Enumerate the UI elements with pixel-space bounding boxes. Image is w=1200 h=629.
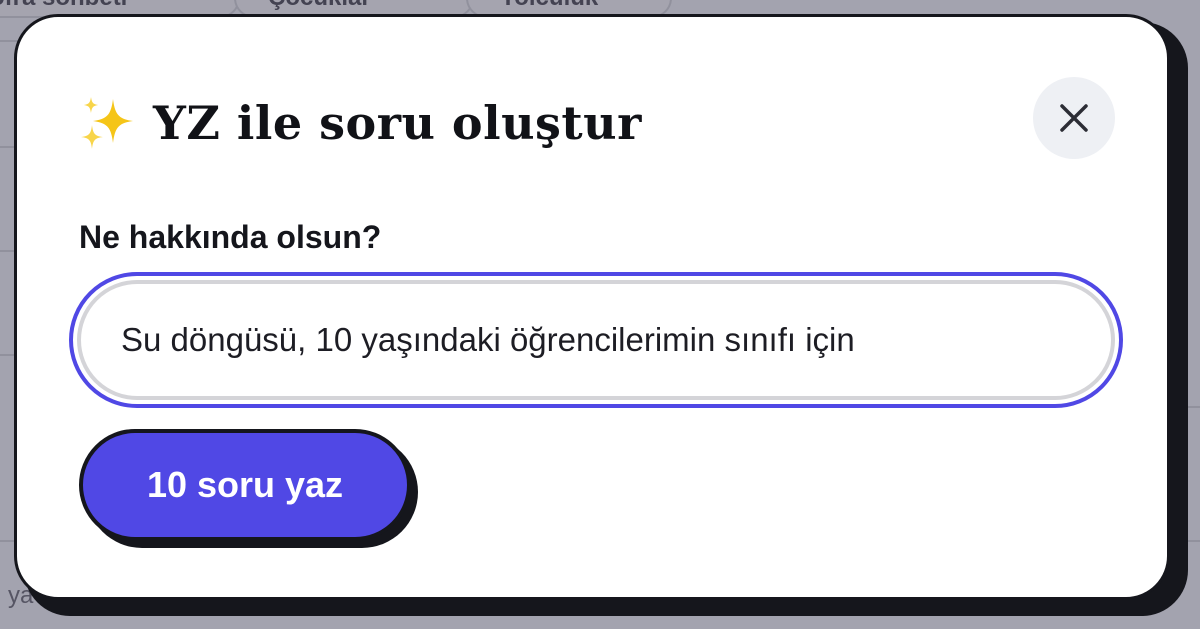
topic-input-focus-ring	[69, 272, 1123, 408]
topic-field-label: Ne hakkında olsun?	[79, 219, 382, 255]
close-icon	[1060, 104, 1088, 132]
close-button[interactable]	[1033, 77, 1115, 159]
ai-question-dialog: YZ ile soru oluştur Ne hakkında olsun? 1…	[14, 14, 1170, 600]
generate-questions-button[interactable]: 10 soru yaz	[79, 429, 411, 541]
dialog-header: YZ ile soru oluştur	[79, 91, 642, 155]
topic-input[interactable]	[77, 280, 1115, 400]
sparkles-icon	[79, 95, 135, 151]
dialog-title: YZ ile soru oluştur	[153, 96, 642, 150]
